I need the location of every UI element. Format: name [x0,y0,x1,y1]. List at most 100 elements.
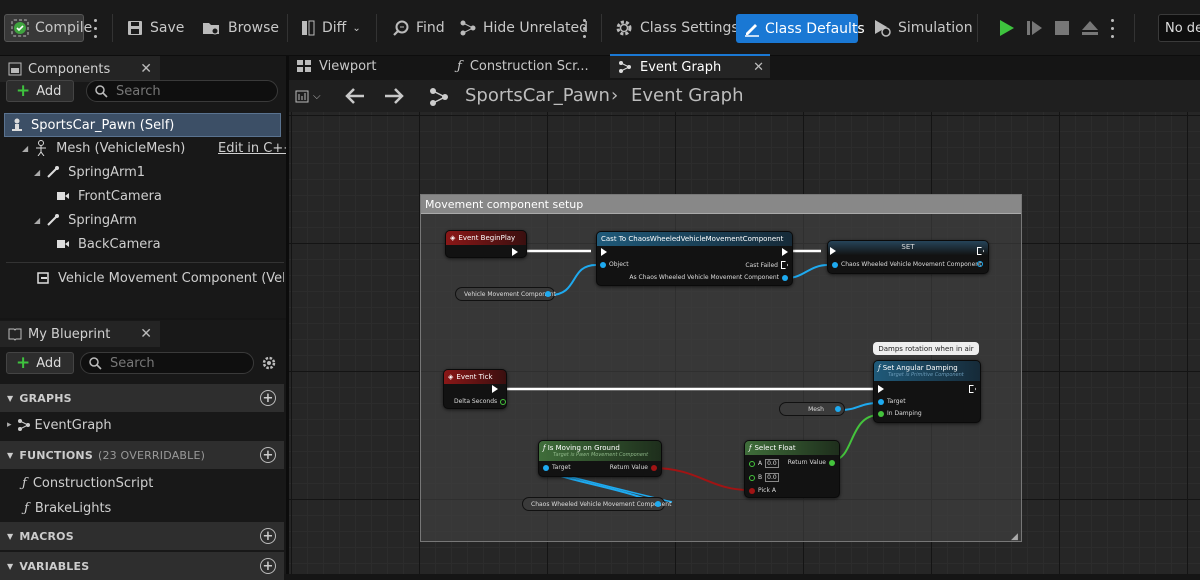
tab-construction-script[interactable]: ƒ Construction Scr... [449,54,603,78]
tree-item-mesh[interactable]: ◢ Mesh (VehicleMesh) Edit in C++ [0,136,294,160]
compile-options-kebab[interactable] [93,16,97,40]
play-button[interactable] [992,14,1020,42]
a-value-field[interactable]: 0.0 [765,459,779,468]
close-icon[interactable]: ✕ [753,60,764,75]
tree-item-backcamera[interactable]: BackCamera [0,232,284,256]
node-cast[interactable]: Cast To ChaosWheeledVehicleMovementCompo… [596,231,793,286]
tree-item-vehicle-movement[interactable]: Vehicle Movement Component (VehicleM [0,266,284,290]
exec-in-pin[interactable] [601,248,607,256]
back-arrow-icon[interactable] [345,87,365,105]
tree-item-springarm[interactable]: ◢ SpringArm [0,208,284,232]
return-value-pin[interactable]: Return Value [788,459,835,466]
node-set[interactable]: SET Chaos Wheeled Vehicle Movement Compo… [827,240,989,274]
tab-viewport[interactable]: Viewport [289,54,423,78]
exec-out-pin[interactable] [969,385,976,393]
simulation-icon [875,20,891,37]
node-set-angular-damping[interactable]: ƒ Set Angular Damping Target is Primitiv… [873,360,981,423]
compile-check-icon [11,19,29,37]
exec-in-pin[interactable] [878,385,884,393]
find-button[interactable]: Find [392,14,445,42]
find-options-kebab[interactable] [582,16,586,40]
var-chaos-wheeled-vmc[interactable]: Chaos Wheeled Vehicle Movement Component [522,497,671,511]
graph-menu-button[interactable]: ⌵ [295,85,331,107]
pin-label: Target [552,464,571,471]
cast-as-pin[interactable]: As Chaos Wheeled Vehicle Movement Compon… [629,274,788,281]
add-variable-icon[interactable]: + [260,558,276,574]
browse-button[interactable]: Browse [202,14,279,42]
settings-gear-icon[interactable] [261,355,277,371]
exec-out-pin[interactable] [512,248,518,256]
node-select-float[interactable]: ƒ Select Float A 0.0 B 0.0 Pick A Return Va… [744,440,840,498]
section-macros[interactable]: ▼ MACROS + [0,522,284,550]
diff-button[interactable]: Diff ⌄ [300,14,361,42]
camera-icon [57,192,69,200]
add-graph-icon[interactable]: + [260,390,276,406]
blueprint-search-input[interactable]: Search [80,352,254,374]
delta-seconds-pin[interactable]: Delta Seconds [454,398,507,405]
cast-exec-out-pin[interactable] [782,248,788,256]
tree-item-self[interactable]: SportsCar_Pawn (Self) [4,113,281,137]
event-graph-canvas[interactable]: Movement component setup ◈ Event BeginPla… [289,112,1200,574]
section-variables[interactable]: ▼ VARIABLES + [0,552,284,580]
var-vehicle-movement-component[interactable]: Vehicle Movement Component [455,287,556,301]
in-damping-pin[interactable]: In Damping [878,410,922,417]
components-search-input[interactable]: Search [86,80,278,102]
hide-unrelated-button[interactable]: Hide Unrelated [459,14,588,42]
exec-out-pin[interactable] [977,247,984,255]
debug-object-dropdown[interactable]: No de [1158,14,1200,42]
stop-button[interactable] [1048,14,1076,42]
browse-label: Browse [228,20,279,36]
close-icon[interactable]: ✕ [140,61,152,77]
section-functions[interactable]: ▼ FUNCTIONS (23 OVERRIDABLE) + [0,441,284,469]
b-value-field[interactable]: 0.0 [765,473,779,482]
section-graphs[interactable]: ▼ GRAPHS + [0,384,284,412]
var-mesh[interactable]: Mesh [779,402,845,416]
add-member-button[interactable]: + Add [6,352,74,374]
components-icon [8,62,22,76]
eject-button[interactable] [1076,14,1104,42]
set-value-pin[interactable]: Chaos Wheeled Vehicle Movement Component [832,261,981,268]
edit-in-cpp-link[interactable]: Edit in C++ [218,141,294,156]
return-value-pin[interactable]: Return Value [610,464,657,471]
tree-item-frontcamera[interactable]: FrontCamera [0,184,284,208]
object-pin[interactable]: Object [600,261,629,268]
variables-header: VARIABLES [19,559,90,573]
node-is-moving-on-ground[interactable]: ƒ Is Moving on Ground Target is Pawn Mov… [538,440,662,477]
save-button[interactable]: Save [126,14,184,42]
graph-item-eventgraph[interactable]: ▸ EventGraph [0,413,284,437]
step-button[interactable] [1020,14,1048,42]
cast-failed-pin[interactable]: Cast Failed [745,261,788,269]
a-pin[interactable]: A 0.0 [749,459,779,468]
compile-button[interactable]: Compile [4,14,92,42]
exec-in-pin[interactable] [830,247,836,255]
components-tab[interactable]: Components ✕ [0,56,160,82]
node-event-tick[interactable]: ◈ Event Tick Delta Seconds [443,369,507,409]
pin-label: Delta Seconds [454,398,498,405]
node-event-beginplay[interactable]: ◈ Event BeginPlay [445,230,527,258]
add-component-button[interactable]: + Add [6,80,74,102]
b-pin[interactable]: B 0.0 [749,473,779,482]
components-panel: Components ✕ + Add Search SportsCar_Pawn… [0,56,294,318]
play-options-kebab[interactable] [1110,16,1114,40]
simulation-button[interactable]: Simulation [872,14,973,42]
breadcrumb-asset[interactable]: SportsCar_Pawn [465,85,610,106]
exec-out-pin[interactable] [492,385,498,393]
add-macro-icon[interactable]: + [260,528,276,544]
node-comment-bubble[interactable]: Damps rotation when in air [873,342,979,355]
close-icon[interactable]: ✕ [140,326,152,342]
tab-event-graph[interactable]: Event Graph ✕ [610,54,770,78]
add-function-icon[interactable]: + [260,447,276,463]
target-pin[interactable]: Target [878,398,906,405]
my-blueprint-tab[interactable]: My Blueprint ✕ [0,321,160,347]
class-defaults-button[interactable]: Class Defaults [736,14,865,43]
set-out-pin[interactable] [977,261,983,267]
forward-arrow-icon[interactable] [384,87,404,105]
function-item-brakelights[interactable]: ƒ BrakeLights [0,496,284,520]
resize-grip-icon[interactable]: ◢ [1011,532,1018,542]
book-icon [8,328,22,341]
function-item-constructionscript[interactable]: ƒ ConstructionScript [0,471,284,495]
tree-item-springarm1[interactable]: ◢ SpringArm1 [0,160,284,184]
pick-a-pin[interactable]: Pick A [749,487,776,494]
class-settings-button[interactable]: Class Settings [614,14,739,42]
target-pin[interactable]: Target [543,464,571,471]
